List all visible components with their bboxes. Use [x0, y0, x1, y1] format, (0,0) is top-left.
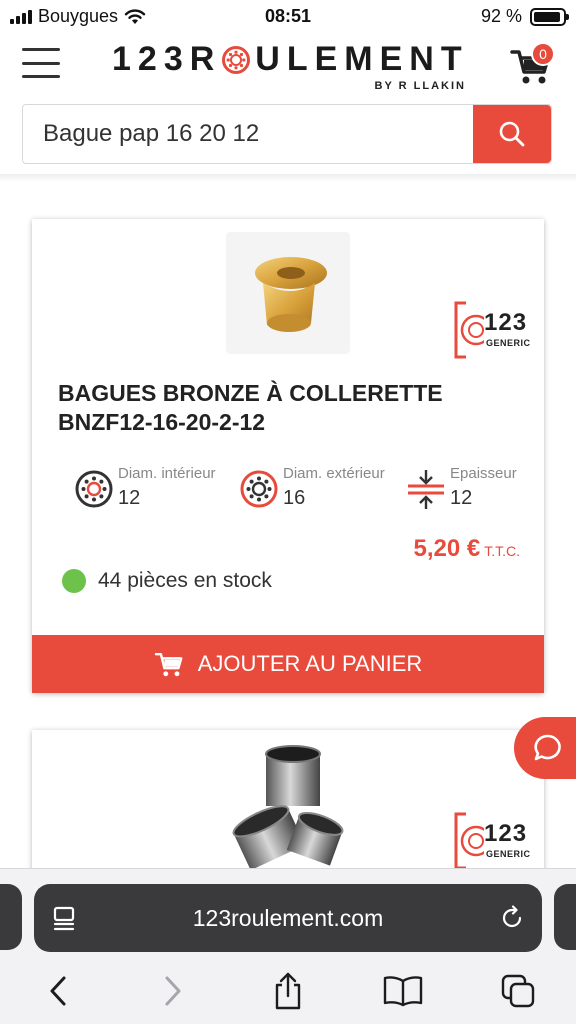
chevron-left-icon	[50, 976, 66, 1006]
logo-tagline-text: BY R LLAKIN	[374, 80, 466, 92]
stock-status: 44 pièces en stock	[62, 569, 272, 593]
address-url[interactable]: 123roulement.com	[94, 905, 482, 932]
spec-value: 12	[118, 487, 141, 509]
spec-label: Epaisseur	[450, 465, 517, 482]
search-input[interactable]: Bague pap 16 20 12	[23, 105, 473, 163]
bearing-logo-icon	[222, 45, 251, 74]
generic-label: GENERIC	[486, 338, 531, 348]
product-price: 5,20 € T.T.C.	[413, 535, 520, 563]
logo-tagline: BY R LLAKIN	[375, 80, 466, 92]
chevron-right-icon	[165, 976, 181, 1006]
price-suffix: T.T.C.	[484, 543, 520, 559]
price-value: 5,20 €	[413, 535, 481, 562]
tabs-button[interactable]	[488, 966, 548, 1016]
product-image[interactable]	[226, 232, 350, 354]
bronze-bushing-image	[255, 257, 327, 332]
site-logo[interactable]: 123R ULEMENT BY R LLAKIN	[112, 40, 472, 98]
add-to-cart-label: AJOUTER AU PANIER	[197, 651, 423, 676]
reload-button[interactable]	[482, 884, 542, 952]
spec-value: 16	[283, 487, 306, 509]
logo-wordmark: 123R ULEMENT	[112, 40, 472, 79]
menu-button[interactable]	[22, 48, 60, 78]
spec-label: Diam. intérieur	[118, 465, 216, 482]
spec-label: Diam. extérieur	[283, 465, 385, 482]
generic-number: 123	[484, 820, 528, 847]
bearing-outer-icon	[240, 470, 278, 508]
next-tab-edge[interactable]	[554, 884, 576, 950]
chat-button[interactable]	[514, 717, 576, 779]
steel-bushing-image	[232, 745, 344, 871]
generic-number: 123	[484, 309, 528, 336]
logo-text-right: ULEMENT	[255, 40, 469, 78]
battery-group: 92 %	[480, 6, 569, 27]
generic-bearing-icon	[454, 301, 484, 359]
header-divider	[0, 174, 576, 182]
browser-toolbar	[0, 958, 576, 1024]
address-bar[interactable]: 123roulement.com	[34, 884, 542, 952]
generic-label: GENERIC	[486, 849, 531, 859]
generic-bearing-icon	[454, 812, 484, 870]
spec-value: 12	[450, 487, 473, 509]
in-stock-dot-icon	[62, 569, 86, 593]
thickness-icon	[408, 470, 444, 509]
book-icon	[383, 976, 423, 1007]
cart-icon	[154, 652, 183, 677]
share-icon	[275, 972, 301, 1010]
cart-count-badge: 0	[531, 42, 555, 66]
product-title[interactable]: BAGUES BRONZE À COLLERETTE BNZF12-16-20-…	[58, 379, 518, 437]
page-menu-icon	[53, 906, 75, 931]
product-card[interactable]: 123 GENERIC BAGUES BRONZE À COLLERETTE B…	[32, 219, 544, 693]
chat-bubble-icon	[534, 734, 561, 761]
product-image[interactable]	[228, 740, 348, 871]
bookmarks-button[interactable]	[373, 966, 433, 1016]
search-bar: Bague pap 16 20 12	[22, 104, 552, 164]
share-button[interactable]	[258, 966, 318, 1016]
battery-percent: 92 %	[480, 6, 522, 26]
cart-button[interactable]: 0	[510, 42, 555, 86]
battery-icon	[530, 7, 569, 26]
tabs-icon	[502, 974, 535, 1008]
status-bar: Bouygues 08:51 92 %	[0, 0, 576, 34]
bearing-inner-icon	[75, 470, 113, 508]
forward-button[interactable]	[143, 966, 203, 1016]
previous-tab-edge[interactable]	[0, 884, 22, 950]
stock-text: 44 pièces en stock	[98, 569, 272, 592]
add-to-cart-button[interactable]: AJOUTER AU PANIER	[32, 635, 544, 693]
back-button[interactable]	[28, 966, 88, 1016]
search-button[interactable]	[473, 105, 551, 163]
page-menu-button[interactable]	[34, 884, 94, 952]
search-icon	[499, 121, 525, 147]
product-card[interactable]: 123 GENERIC	[32, 730, 544, 880]
generic-brand-badge: 123 GENERIC	[454, 812, 534, 870]
reload-icon	[502, 905, 522, 928]
generic-brand-badge: 123 GENERIC	[454, 301, 534, 359]
logo-text-left: 123R	[112, 40, 222, 78]
